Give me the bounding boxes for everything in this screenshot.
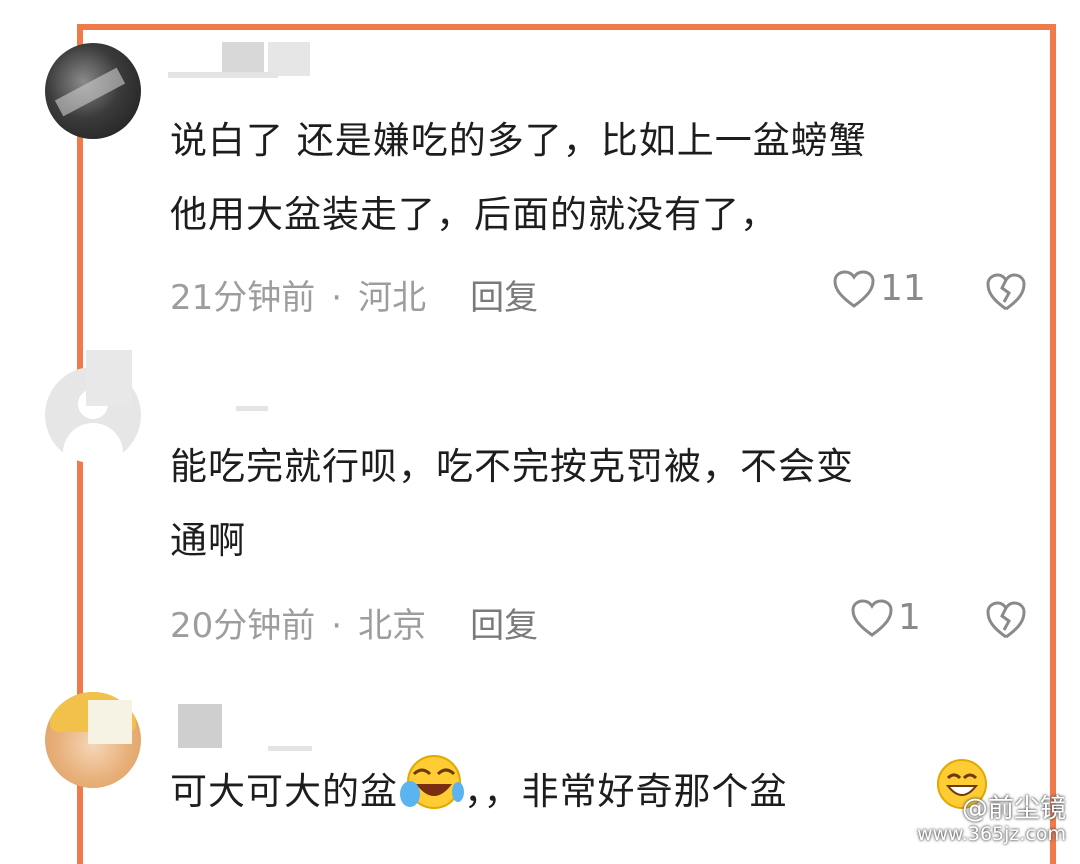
comment-location: 河北 (358, 278, 427, 318)
username-blur (268, 42, 310, 76)
username-blur (178, 704, 222, 748)
comment-text: 能吃完就行呗，吃不完按克罚被，不会变 通啊 (170, 445, 854, 562)
like-button[interactable]: 11 (832, 268, 926, 309)
reply-button[interactable]: 回复 (470, 606, 538, 646)
comment-text: 说白了 还是嫌吃的多了，比如上一盆螃蟹 他用大盆装走了，后面的就没有了， (170, 119, 867, 236)
meta-separator: · (331, 278, 343, 318)
dislike-button[interactable] (985, 272, 1027, 316)
broken-heart-icon (986, 601, 1026, 639)
comment-time: 21分钟前 (170, 278, 316, 318)
like-count: 1 (898, 597, 921, 638)
username[interactable] (268, 746, 312, 751)
comment-text-part: ，，非常好奇那个盆 (464, 770, 788, 813)
avatar-blur (86, 350, 132, 406)
broken-heart-icon (986, 273, 1026, 311)
comment-time: 20分钟前 (170, 606, 316, 646)
avatar[interactable] (45, 43, 141, 139)
laughing-crying-emoji-icon (398, 754, 464, 835)
heart-icon (833, 269, 875, 308)
comment-location: 北京 (358, 606, 427, 646)
dislike-button[interactable] (985, 600, 1027, 644)
comment-text: 可大可大的盆 ，，非常好奇那个盆 (170, 754, 1040, 835)
heart-icon (851, 598, 893, 637)
watermark-url: www.365jz.com (916, 823, 1066, 845)
username[interactable] (236, 406, 268, 411)
like-count: 11 (880, 268, 926, 309)
username-blur (222, 42, 264, 76)
comment-text-part: 可大可大的盆 (170, 770, 398, 813)
meta-separator: · (331, 606, 343, 646)
comment-meta: 21分钟前 · 河北 回复 (170, 270, 538, 319)
username[interactable] (168, 72, 278, 78)
watermark: @前尘镜 www.365jz.com (917, 788, 1066, 845)
watermark-text: @前尘镜 (961, 794, 1066, 824)
comment-meta: 20分钟前 · 北京 回复 (170, 598, 538, 647)
reply-button[interactable]: 回复 (470, 278, 538, 318)
avatar-blur (88, 700, 132, 744)
like-button[interactable]: 1 (850, 597, 921, 638)
